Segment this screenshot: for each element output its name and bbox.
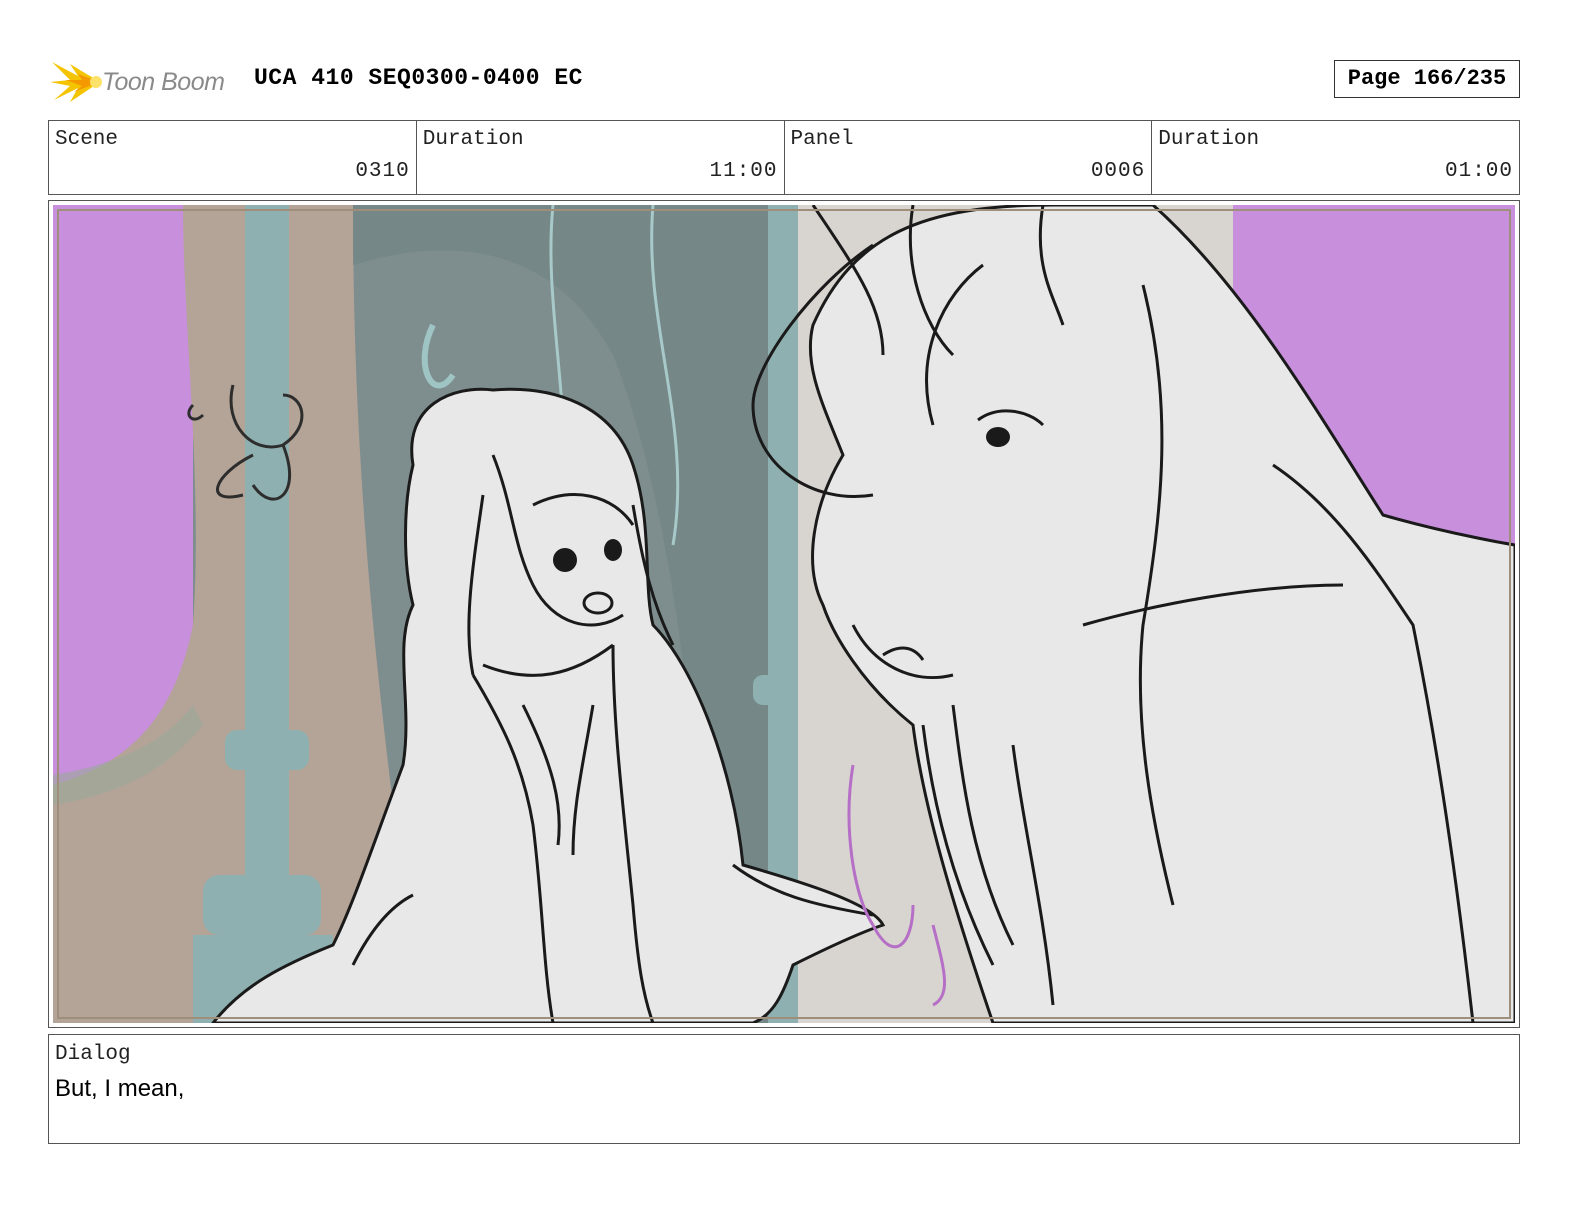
panel-duration-label: Duration xyxy=(1158,128,1260,151)
scene-duration-value: 11:00 xyxy=(709,160,778,183)
scene-info-table: Scene 0310 Duration 11:00 Panel 0006 Dur… xyxy=(48,120,1520,195)
storyboard-panel xyxy=(48,200,1520,1028)
scene-duration-label: Duration xyxy=(422,128,524,151)
page-header: Toon Boom UCA 410 SEQ0300-0400 EC Page 1… xyxy=(48,52,1520,108)
starburst-icon xyxy=(50,62,102,102)
panel-value: 0006 xyxy=(1090,160,1146,183)
panel-cell: Panel 0006 xyxy=(785,121,1153,194)
toon-boom-logo: Toon Boom xyxy=(48,56,238,108)
dialog-label: Dialog xyxy=(55,1043,131,1066)
dialog-text: But, I mean, xyxy=(55,1075,185,1102)
scene-label: Scene xyxy=(55,128,119,151)
dialog-box: Dialog But, I mean, xyxy=(48,1034,1520,1144)
girl-eye-right xyxy=(604,539,622,561)
panel-artwork xyxy=(53,205,1515,1023)
scene-duration-cell: Duration 11:00 xyxy=(417,121,785,194)
panel-duration-value: 01:00 xyxy=(1444,160,1513,183)
horse-eye xyxy=(986,427,1010,447)
scene-cell: Scene 0310 xyxy=(49,121,417,194)
girl-eye-left xyxy=(553,548,577,572)
panel-label: Panel xyxy=(790,128,854,151)
panel-duration-cell: Duration 01:00 xyxy=(1152,121,1519,194)
page-number: Page 166/235 xyxy=(1334,60,1520,98)
scene-value: 0310 xyxy=(355,160,410,183)
panel-illustration xyxy=(53,205,1515,1023)
logo-text: Toon Boom xyxy=(102,68,225,96)
document-title: UCA 410 SEQ0300-0400 EC xyxy=(254,65,583,91)
